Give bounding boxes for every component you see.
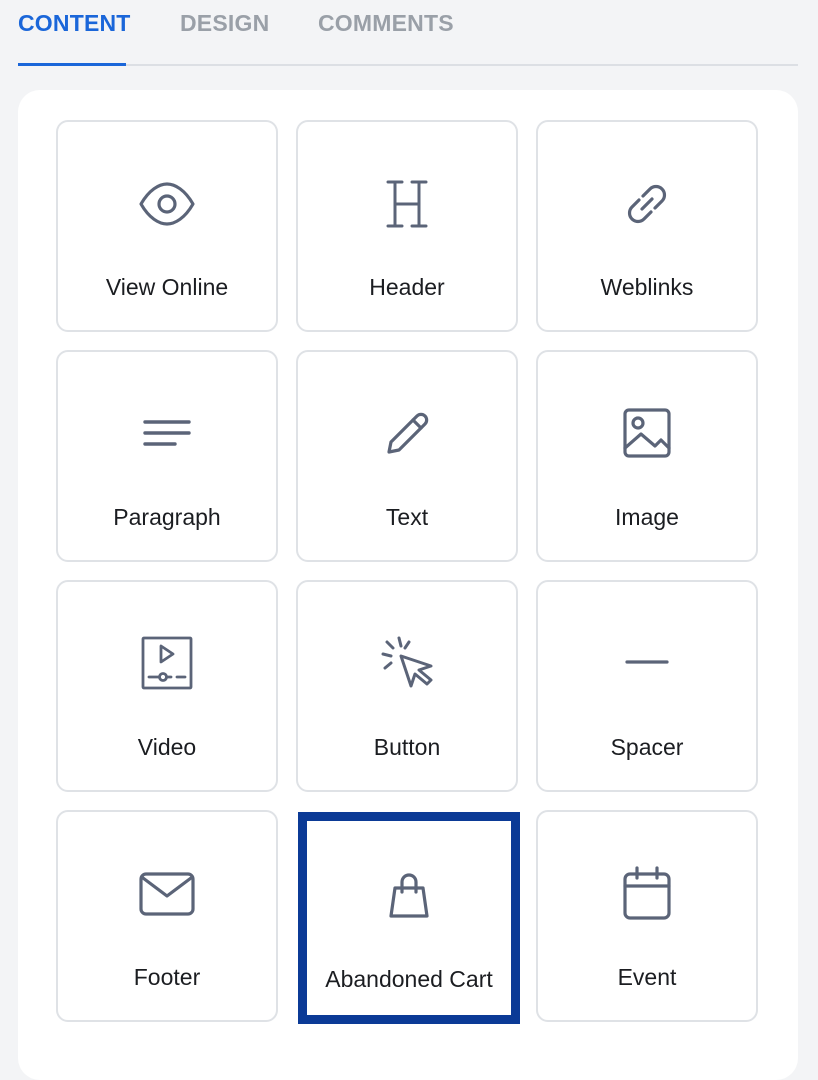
block-label: Event [617,964,677,990]
content-blocks-panel: View Online Header Weblinks Paragraph Te… [18,90,798,1080]
envelope-icon [135,862,199,926]
block-header[interactable]: Header [296,120,518,332]
block-view-online[interactable]: View Online [56,120,278,332]
block-event[interactable]: Event [536,810,758,1022]
spacer-icon [615,632,679,696]
block-footer[interactable]: Footer [56,810,278,1022]
pencil-icon [375,402,439,466]
block-label: Button [373,734,441,760]
block-label: Spacer [610,734,684,760]
block-label: Paragraph [113,504,221,530]
block-label: Image [615,504,679,530]
link-icon [615,172,679,236]
editor-tabs: CONTENT DESIGN COMMENTS [18,0,798,66]
block-text[interactable]: Text [296,350,518,562]
block-paragraph[interactable]: Paragraph [56,350,278,562]
paragraph-icon [135,402,199,466]
active-tab-indicator [18,63,126,66]
block-weblinks[interactable]: Weblinks [536,120,758,332]
block-label: Weblinks [600,274,694,300]
block-label: Abandoned Cart [325,966,493,992]
image-icon [615,402,679,466]
block-abandoned-cart[interactable]: Abandoned Cart [298,812,520,1024]
block-label: View Online [105,274,229,300]
eye-icon [135,172,199,236]
calendar-icon [615,862,679,926]
cursor-click-icon [375,632,439,696]
heading-icon [375,172,439,236]
block-label: Text [385,504,429,530]
tab-content[interactable]: CONTENT [18,10,131,37]
tab-comments[interactable]: COMMENTS [318,10,454,37]
block-label: Video [137,734,197,760]
block-label: Header [369,274,445,300]
video-icon [135,632,199,696]
block-image[interactable]: Image [536,350,758,562]
tab-design[interactable]: DESIGN [180,10,269,37]
block-video[interactable]: Video [56,580,278,792]
block-button[interactable]: Button [296,580,518,792]
block-label: Footer [133,964,201,990]
shopping-bag-icon [377,864,441,928]
block-spacer[interactable]: Spacer [536,580,758,792]
